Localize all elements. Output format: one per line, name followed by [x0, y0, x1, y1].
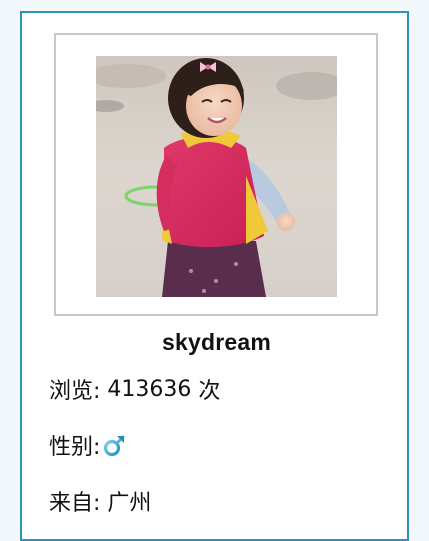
location-row: 来自: 广州: [49, 485, 151, 517]
views-count: 413636: [107, 376, 192, 402]
location-label: 来自:: [49, 491, 101, 516]
profile-card: skydream 浏览: 413636 次 性别: 来自: 广州: [20, 11, 409, 541]
views-row: 浏览: 413636 次: [49, 373, 220, 405]
avatar-frame: [54, 33, 378, 316]
views-label: 浏览:: [49, 379, 101, 404]
location-value: 广州: [107, 491, 152, 516]
male-symbol-icon: [103, 433, 127, 457]
username[interactable]: skydream: [22, 329, 411, 356]
avatar[interactable]: [96, 56, 337, 297]
gender-row: 性别:: [49, 429, 127, 461]
views-unit: 次: [198, 379, 221, 404]
gender-label: 性别:: [49, 435, 101, 460]
